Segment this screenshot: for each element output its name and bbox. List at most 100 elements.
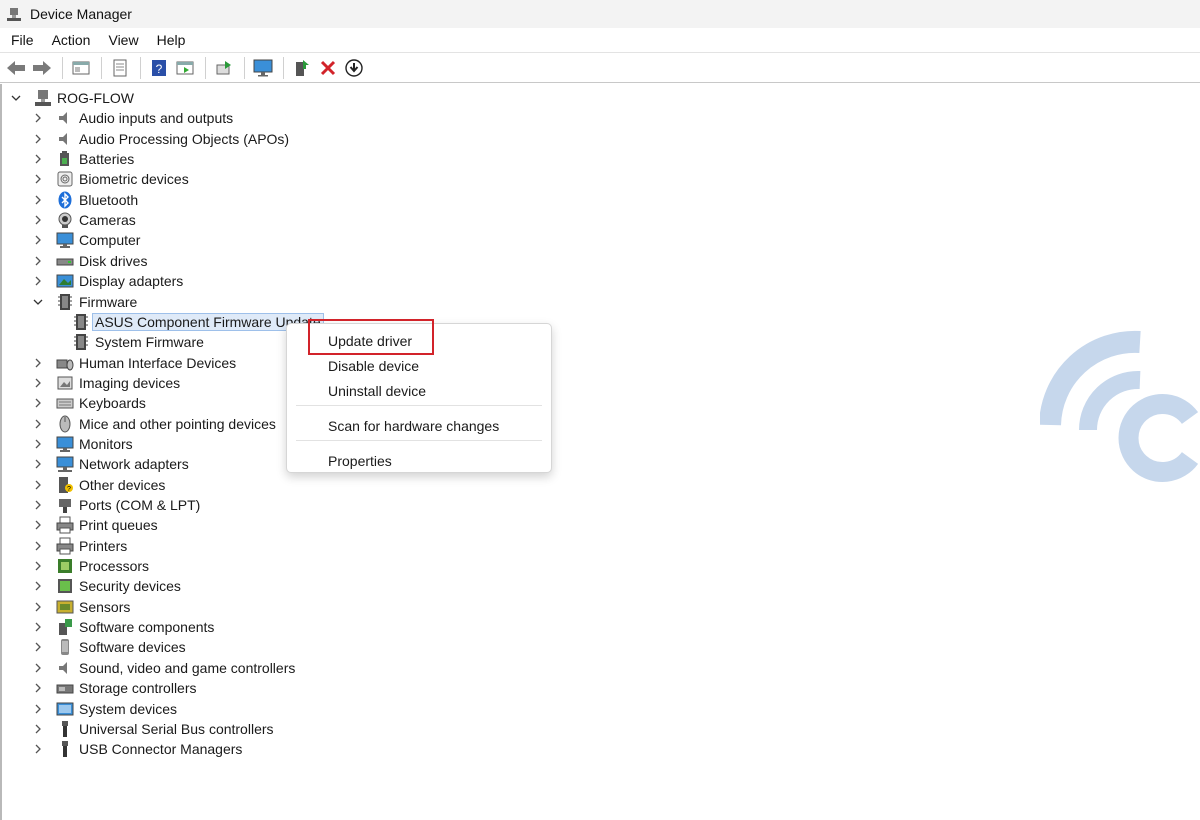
tree-category-label: Imaging devices <box>79 374 181 391</box>
chevron-right-icon[interactable] <box>32 540 44 552</box>
chevron-right-icon[interactable] <box>32 397 44 409</box>
tree-category-label: Keyboards <box>79 395 146 412</box>
tree-category[interactable]: Processors <box>32 556 149 576</box>
menu-file[interactable]: File <box>0 32 41 48</box>
tree-category[interactable]: Sensors <box>32 597 130 617</box>
tree-device[interactable]: System Firmware <box>72 332 204 352</box>
tree-category[interactable]: Software components <box>32 617 214 637</box>
device-tree[interactable]: ROG-FLOW Audio inputs and outputs Audio P… <box>0 84 1200 820</box>
help-icon[interactable]: ? <box>147 56 171 80</box>
chevron-right-icon[interactable] <box>32 438 44 450</box>
tree-category[interactable]: Sound, video and game controllers <box>32 658 295 678</box>
tree-category[interactable]: Imaging devices <box>32 373 180 393</box>
usb-icon <box>56 720 74 738</box>
tree-category[interactable]: Universal Serial Bus controllers <box>32 719 274 739</box>
tree-category-label: Sound, video and game controllers <box>79 659 296 676</box>
tree-category[interactable]: System devices <box>32 699 177 719</box>
printer-icon <box>56 516 74 534</box>
tree-category[interactable]: Audio inputs and outputs <box>32 108 233 128</box>
svg-text:?: ? <box>67 486 71 493</box>
toolbar-separator <box>101 56 102 79</box>
ctx-scan-hardware[interactable]: Scan for hardware changes <box>328 416 499 436</box>
chevron-down-icon[interactable] <box>10 92 22 104</box>
chevron-right-icon[interactable] <box>32 621 44 633</box>
chevron-right-icon[interactable] <box>32 601 44 613</box>
chevron-right-icon[interactable] <box>32 194 44 206</box>
tree-category[interactable]: Firmware <box>32 292 137 312</box>
tree-category-label: Disk drives <box>79 252 148 269</box>
update-driver-icon[interactable] <box>342 56 366 80</box>
tree-category[interactable]: Audio Processing Objects (APOs) <box>32 129 289 149</box>
tree-category[interactable]: Disk drives <box>32 251 147 271</box>
chevron-right-icon[interactable] <box>32 275 44 287</box>
tree-category[interactable]: Ports (COM & LPT) <box>32 495 200 515</box>
tree-category[interactable]: Printers <box>32 536 127 556</box>
chevron-right-icon[interactable] <box>32 641 44 653</box>
tree-category[interactable]: Display adapters <box>32 271 183 291</box>
forward-arrow-icon[interactable] <box>30 56 54 80</box>
chevron-right-icon[interactable] <box>32 458 44 470</box>
chevron-right-icon[interactable] <box>32 682 44 694</box>
chevron-right-icon[interactable] <box>32 560 44 572</box>
ctx-disable-device[interactable]: Disable device <box>328 356 419 376</box>
chevron-right-icon[interactable] <box>32 580 44 592</box>
tree-category[interactable]: Print queues <box>32 515 158 535</box>
chevron-right-icon[interactable] <box>32 499 44 511</box>
chevron-right-icon[interactable] <box>32 255 44 267</box>
menu-action[interactable]: Action <box>41 32 98 48</box>
tree-category[interactable]: Mice and other pointing devices <box>32 414 276 434</box>
chevron-right-icon[interactable] <box>32 357 44 369</box>
tree-category[interactable]: USB Connector Managers <box>32 739 242 759</box>
tree-category[interactable]: Human Interface Devices <box>32 353 236 373</box>
tree-root[interactable]: ROG-FLOW <box>10 88 134 108</box>
chevron-right-icon[interactable] <box>32 214 44 226</box>
back-arrow-icon[interactable] <box>4 56 28 80</box>
chevron-right-icon[interactable] <box>32 723 44 735</box>
chevron-right-icon[interactable] <box>32 112 44 124</box>
chevron-right-icon[interactable] <box>32 479 44 491</box>
tree-category[interactable]: Batteries <box>32 149 134 169</box>
ctx-uninstall-device[interactable]: Uninstall device <box>328 381 426 401</box>
chevron-right-icon[interactable] <box>32 153 44 165</box>
properties-sheet-icon[interactable] <box>108 56 132 80</box>
menu-view[interactable]: View <box>97 32 145 48</box>
tree-category-label: Audio inputs and outputs <box>79 110 234 127</box>
tree-category[interactable]: ? Other devices <box>32 475 165 495</box>
scan-hardware-icon[interactable] <box>212 56 236 80</box>
show-hide-console-tree-icon[interactable] <box>69 56 93 80</box>
chevron-right-icon[interactable] <box>32 418 44 430</box>
chevron-right-icon[interactable] <box>32 703 44 715</box>
tree-category[interactable]: Software devices <box>32 637 186 657</box>
tree-category[interactable]: Keyboards <box>32 393 146 413</box>
monitor-icon[interactable] <box>251 56 275 80</box>
ctx-properties[interactable]: Properties <box>328 451 392 471</box>
action-pane-icon[interactable] <box>173 56 197 80</box>
tree-category[interactable]: Network adapters <box>32 454 189 474</box>
chevron-right-icon[interactable] <box>32 234 44 246</box>
battery-icon <box>56 150 74 168</box>
chevron-right-icon[interactable] <box>32 743 44 755</box>
tree-category[interactable]: Bluetooth <box>32 190 138 210</box>
chevron-right-icon[interactable] <box>32 519 44 531</box>
ctx-update-driver[interactable]: Update driver <box>328 331 412 351</box>
chevron-down-icon[interactable] <box>32 296 44 308</box>
context-menu: Update driver Disable device Uninstall d… <box>286 323 552 473</box>
chevron-right-icon[interactable] <box>32 662 44 674</box>
tree-category[interactable]: Computer <box>32 230 140 250</box>
tree-category-label: Network adapters <box>79 456 189 473</box>
tree-category[interactable]: Storage controllers <box>32 678 197 698</box>
enable-device-icon[interactable] <box>290 56 314 80</box>
software-component-icon <box>56 618 74 636</box>
tree-category[interactable]: Biometric devices <box>32 169 189 189</box>
uninstall-device-icon[interactable] <box>316 56 340 80</box>
chip-icon <box>56 293 74 311</box>
toolbar-separator <box>62 56 63 79</box>
chevron-right-icon[interactable] <box>32 377 44 389</box>
chevron-right-icon[interactable] <box>32 133 44 145</box>
chevron-right-icon[interactable] <box>32 173 44 185</box>
menu-help[interactable]: Help <box>146 32 193 48</box>
tree-category[interactable]: Cameras <box>32 210 136 230</box>
toolbar: ? <box>0 52 1200 83</box>
tree-category[interactable]: Monitors <box>32 434 133 454</box>
tree-category[interactable]: Security devices <box>32 576 181 596</box>
